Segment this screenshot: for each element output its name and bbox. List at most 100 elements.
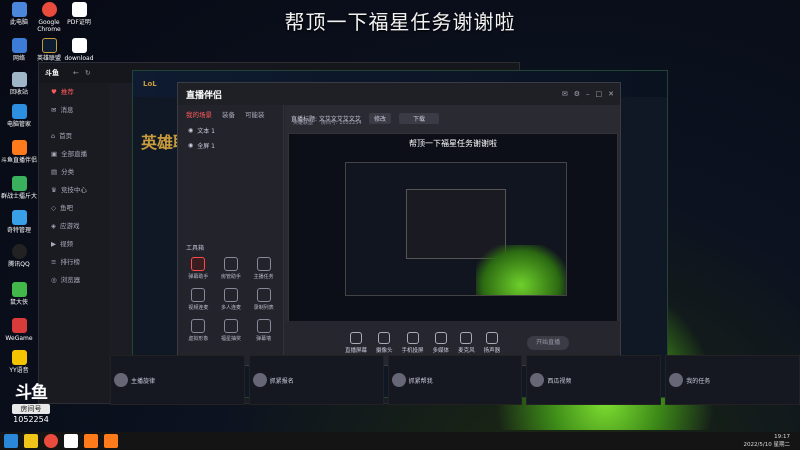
- tool-label: 弹幕墙: [256, 336, 272, 342]
- avatar: [391, 373, 406, 387]
- stream-info-bar: 直播标题: 文艾文艾艾文艾 修改 下载: [285, 105, 620, 131]
- settings-icon[interactable]: ⚙: [574, 90, 580, 98]
- desktop-icon-game[interactable]: 群战士擂斤大: [0, 176, 38, 200]
- tool-task[interactable]: 主播任务: [247, 257, 280, 280]
- sidebar-item[interactable]: ◎ 浏览器: [39, 271, 109, 289]
- desktop-icon-label: WeGame: [5, 335, 33, 342]
- douyu-icon[interactable]: [84, 434, 98, 448]
- tool-admin[interactable]: 房管助手: [215, 257, 248, 280]
- sidebar-item[interactable]: ♛ 竞技中心: [39, 181, 109, 199]
- avatar-icon: [191, 319, 206, 333]
- recommend-card[interactable]: 抓紧帮我: [387, 355, 523, 405]
- desktop-icon-wegame[interactable]: WeGame: [0, 318, 38, 342]
- stream-preview[interactable]: 帮顶一下福星任务谢谢啦: [288, 133, 618, 325]
- desktop-icon-app[interactable]: 奇特管理: [0, 210, 38, 234]
- media-button[interactable]: 多媒体: [433, 332, 449, 354]
- windows-start-icon[interactable]: [4, 434, 18, 448]
- phone-icon: [406, 332, 419, 344]
- app-icon: [11, 210, 27, 225]
- tool-label: 主播任务: [253, 274, 274, 280]
- tool-video-link[interactable]: 视频连麦: [182, 288, 215, 311]
- sidebar-item-label: 应游戏: [60, 222, 80, 230]
- chrome-icon[interactable]: [44, 434, 58, 448]
- start-stream-button[interactable]: 开始直播: [527, 336, 570, 350]
- avatar: [669, 373, 684, 387]
- tool-multi-link[interactable]: 多人连麦: [215, 288, 248, 311]
- avatar: [252, 373, 267, 387]
- file-explorer-icon[interactable]: [24, 434, 38, 448]
- sidebar-item-label: 分类: [61, 168, 75, 176]
- mail-icon[interactable]: ✉: [562, 90, 568, 98]
- scene-item[interactable]: ◉ 文本 1: [178, 123, 283, 138]
- tool-label: 多人连麦: [220, 305, 241, 311]
- sidebar-item[interactable]: ✉ 消息: [39, 101, 109, 119]
- desktop-icon-mouse[interactable]: 鼠大侠: [0, 282, 38, 306]
- companion-title: 直播伴侣: [186, 90, 223, 101]
- desktop-background: 此电脑 Google Chrome PDF证明 网络 英雄联盟 download…: [0, 0, 800, 450]
- sidebar-item[interactable]: ♥ 推荐: [39, 83, 109, 101]
- sidebar-item[interactable]: ▣ 全部直播: [39, 145, 109, 163]
- tool-danmu[interactable]: 弹幕助手: [182, 257, 215, 280]
- minimize-icon[interactable]: –: [586, 90, 590, 98]
- maximize-icon[interactable]: □: [596, 90, 603, 98]
- recommend-card[interactable]: 抓紧报名: [248, 355, 384, 405]
- douyu-room-overlay: 斗鱼 房间号 1052254: [6, 378, 56, 428]
- tool-label: 视频连麦: [188, 305, 209, 311]
- card-title: 西瓜视频: [547, 377, 572, 385]
- desktop-icon-manager[interactable]: 电脑管家: [0, 104, 38, 128]
- recycle-bin-icon: [11, 72, 27, 87]
- tool-wall[interactable]: 弹幕墙: [247, 319, 280, 342]
- eye-icon: ◉: [188, 142, 194, 149]
- tool-lottery[interactable]: 福星抽奖: [215, 319, 248, 342]
- download-button[interactable]: 下载: [398, 112, 439, 124]
- tool-record[interactable]: 录制列表: [247, 288, 280, 311]
- system-clock[interactable]: 19:17 2022/5/10 星期二: [744, 433, 790, 449]
- companion-icon[interactable]: [104, 434, 118, 448]
- close-icon[interactable]: ✕: [608, 90, 614, 98]
- document-icon[interactable]: [64, 434, 78, 448]
- recommend-card[interactable]: 我的任务: [665, 355, 800, 405]
- companion-titlebar: 直播伴侣 ✉ ⚙ – □ ✕: [178, 83, 620, 105]
- douyu-icon: [11, 140, 27, 155]
- tool-label: 录制列表: [253, 305, 274, 311]
- chat-icon: [191, 257, 206, 271]
- microphone-button[interactable]: 麦克风: [458, 332, 475, 354]
- back-arrow-icon[interactable]: ←: [73, 69, 79, 77]
- media-icon: [434, 332, 447, 344]
- douyu-sidebar: ♥ 推荐 ✉ 消息 ⌂ 首页 ▣ 全部直播 ▤ 分类 ♛ 竞技中心 ◇ 鱼吧 ◈ 应游戏 ▶ 视频…: [39, 83, 109, 403]
- desktop-icon-label: 奇特管理: [6, 227, 31, 234]
- yy-icon: [11, 350, 27, 365]
- scene-item[interactable]: ◉ 全屏 1: [178, 138, 283, 153]
- desktop-icon-recycle[interactable]: 回收站: [0, 72, 38, 96]
- room-label: 房间号: 1052254: [321, 120, 362, 126]
- screen-share-button[interactable]: 直播屏幕: [345, 332, 367, 354]
- sidebar-item-label: 浏览器: [60, 276, 81, 284]
- sidebar-item[interactable]: ▤ 分类: [39, 163, 109, 181]
- sidebar-item[interactable]: ◈ 应游戏: [39, 217, 109, 235]
- sidebar-item-label: 首页: [59, 132, 73, 140]
- tab-other[interactable]: 可能装: [245, 109, 265, 119]
- wall-icon: [256, 319, 271, 333]
- camera-button[interactable]: 摄像头: [376, 332, 393, 354]
- network-icon: [11, 38, 27, 53]
- edit-button[interactable]: 修改: [368, 112, 391, 124]
- tab-equipment[interactable]: 装备: [222, 109, 235, 119]
- desktop-icon-yy[interactable]: YY语音: [0, 350, 38, 374]
- phone-cast-button[interactable]: 手机投屏: [402, 332, 424, 354]
- sidebar-item-label: 排行榜: [60, 258, 80, 266]
- gift-icon: [223, 319, 238, 333]
- user-icon: [223, 257, 238, 271]
- sidebar-item[interactable]: ▶ 视频: [39, 235, 109, 253]
- sidebar-item[interactable]: ≡ 排行榜: [39, 253, 109, 271]
- desktop-icon-download[interactable]: download: [60, 38, 98, 62]
- desktop-icon-douyu-companion[interactable]: 斗鱼直播伴侣: [0, 140, 38, 164]
- speaker-button[interactable]: 扬声器: [484, 332, 500, 354]
- tool-avatar[interactable]: 虚拟形象: [182, 319, 215, 342]
- sidebar-item[interactable]: ◇ 鱼吧: [39, 199, 109, 217]
- refresh-icon[interactable]: ↻: [85, 69, 91, 77]
- recommend-card[interactable]: 主播旋律: [110, 355, 245, 405]
- tab-scenes[interactable]: 我的场景: [186, 109, 212, 119]
- desktop-icon-qq[interactable]: 腾讯QQ: [0, 244, 38, 268]
- recommend-card[interactable]: 西瓜视频: [526, 355, 662, 405]
- sidebar-item[interactable]: ⌂ 首页: [39, 127, 109, 145]
